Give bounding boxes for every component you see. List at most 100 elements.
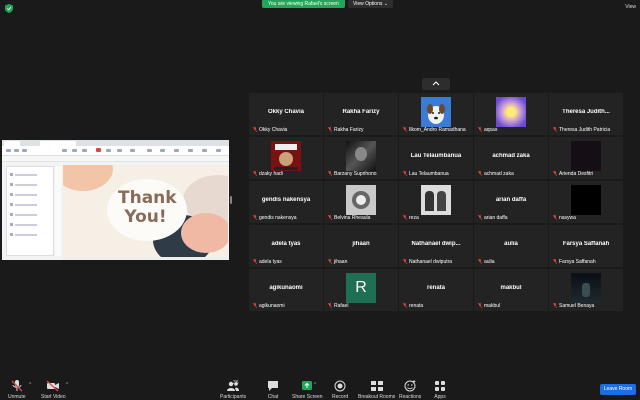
participant-tile[interactable]: Belvina Rheaula (324, 181, 398, 223)
participant-name-label: reza (403, 215, 471, 222)
chat-button[interactable]: Chat (266, 380, 280, 400)
muted-mic-icon (403, 259, 407, 265)
participant-display-name: Nathanael dwip... (411, 241, 461, 247)
participant-name-label: Okky Chavia (253, 127, 321, 134)
participant-name-label: Arienda Desfitri (553, 171, 621, 178)
participant-tile[interactable]: Ilkom_Andro Ramadhana (399, 93, 473, 135)
chevron-up-icon (432, 81, 440, 86)
chevron-up-icon[interactable]: ^ (66, 382, 68, 388)
record-icon (334, 380, 346, 392)
muted-mic-icon (478, 303, 482, 309)
participant-name: Rakha Farizy (334, 127, 364, 133)
participant-tile[interactable]: Nathanael dwip... Nathanael dwiputra (399, 225, 473, 267)
share-screen-button[interactable]: Share Screen ^ (292, 380, 323, 400)
participant-name: Okky Chavia (259, 127, 288, 133)
shield-icon[interactable] (5, 4, 13, 13)
participants-button[interactable]: 36 Participants (220, 380, 246, 400)
share-screen-icon (302, 381, 313, 390)
start-video-button[interactable]: Start Video ^ (41, 380, 68, 400)
participant-tile[interactable]: Arienda Desfitri (549, 137, 623, 179)
participant-name-label: aqsas (478, 127, 546, 134)
participant-tile[interactable]: Theresa Judith... Theresa Judith Patricia (549, 93, 623, 135)
participant-name: Barzany Suprihono (334, 171, 377, 177)
participant-name: reza (409, 215, 419, 221)
participant-name-label: achmad zaka (478, 171, 546, 178)
participant-tile[interactable]: R Rafael (324, 269, 398, 311)
view-options-label: View Options (353, 1, 383, 7)
participant-tile[interactable]: Rakha Farizy Rakha Farizy (324, 93, 398, 135)
shared-slide-panel (6, 166, 54, 256)
participant-name-label: Nathanael dwiputra (403, 259, 471, 266)
participant-tile[interactable]: Lau Telaumbanua Lau Telaumbanua (399, 137, 473, 179)
participants-count: 36 (233, 380, 239, 386)
participant-display-name: arian daffa (495, 197, 527, 203)
participant-display-name: renata (426, 285, 445, 291)
view-options-button[interactable]: View Options ⌄ (348, 0, 393, 8)
participant-tile[interactable]: renata renata (399, 269, 473, 311)
participant-tile[interactable]: arian daffa arian daffa (474, 181, 548, 223)
participant-display-name: Farsya Saffanah (562, 241, 610, 247)
resize-handle[interactable] (230, 196, 232, 204)
leave-room-button[interactable]: Leave Room (600, 384, 636, 395)
participant-name-label: dzaky hadi (253, 171, 321, 178)
muted-mic-icon (253, 303, 257, 309)
apps-button[interactable]: Apps (433, 380, 447, 400)
participant-tile[interactable]: achmad zaka achmad zaka (474, 137, 548, 179)
video-off-icon (46, 380, 60, 392)
shared-screen[interactable]: Thank You! (2, 140, 229, 260)
participant-tile[interactable]: Farsya Saffanah Farsya Saffanah (549, 225, 623, 267)
muted-mic-icon (478, 171, 482, 177)
participant-tile[interactable]: agikunaomi agikunaomi (249, 269, 323, 311)
muted-mic-icon (253, 215, 257, 221)
reactions-button[interactable]: Reactions (399, 380, 421, 400)
participant-name: adela tyas (259, 259, 282, 265)
participant-tile[interactable]: gendis nakensya gendis nakensya (249, 181, 323, 223)
participant-photo (271, 141, 301, 171)
breakout-rooms-button[interactable]: Breakout Rooms (358, 380, 395, 400)
participant-photo (571, 185, 601, 215)
muted-mic-icon (478, 127, 482, 133)
participant-tile[interactable]: dzaky hadi (249, 137, 323, 179)
participant-tile[interactable]: makbul makbul (474, 269, 548, 311)
muted-mic-icon (403, 171, 407, 177)
muted-mic-icon (553, 127, 557, 133)
muted-mic-icon (553, 259, 557, 265)
participant-name: agikunaomi (259, 303, 285, 309)
zoom-meeting-window: You are viewing Rafael's screen View Opt… (0, 0, 640, 400)
participant-display-name: adela tyas (271, 241, 301, 247)
participant-tile[interactable]: reza (399, 181, 473, 223)
participant-tile[interactable]: jihaan jihaan (324, 225, 398, 267)
chevron-up-icon[interactable]: ^ (29, 382, 31, 388)
participant-tile[interactable]: Okky Chavia Okky Chavia (249, 93, 323, 135)
participant-gallery: Okky Chavia Okky Chavia Rakha Farizy Rakha … (249, 93, 626, 312)
view-button[interactable]: View (625, 4, 636, 10)
participant-name-label: jihaan (328, 259, 396, 266)
participant-name: arian daffa (484, 215, 508, 221)
unmute-button[interactable]: Unmute ^ (8, 380, 31, 400)
participant-photo (496, 97, 526, 127)
participant-display-name: agikunaomi (269, 285, 303, 291)
chevron-up-icon[interactable]: ^ (314, 382, 316, 388)
gallery-scroll-up-button[interactable] (422, 78, 450, 90)
participant-tile[interactable]: adela tyas adela tyas (249, 225, 323, 267)
participant-tile[interactable]: aulia aulia (474, 225, 548, 267)
participant-name: Arienda Desfitri (559, 171, 594, 177)
muted-mic-icon (478, 215, 482, 221)
participant-name: Ilkom_Andro Ramadhana (409, 127, 466, 133)
participant-tile[interactable]: Barzany Suprihono (324, 137, 398, 179)
participant-tile[interactable]: Samuel Benaya (549, 269, 623, 311)
shared-ribbon (2, 146, 229, 156)
record-button[interactable]: Record (332, 380, 348, 400)
participant-name: Belvina Rheaula (334, 215, 371, 221)
slide-thank-you-text: Thank You! (118, 188, 177, 227)
participant-photo (571, 141, 601, 171)
muted-mic-icon (253, 171, 257, 177)
participant-tile[interactable]: aqsas (474, 93, 548, 135)
participant-display-name: Rakha Farizy (342, 109, 380, 115)
participant-name-label: aulia (478, 259, 546, 266)
breakout-rooms-label: Breakout Rooms (358, 394, 396, 400)
participant-tile[interactable]: nasywa (549, 181, 623, 223)
participant-name: aqsas (484, 127, 498, 133)
participant-name-label: gendis nakensya (253, 215, 321, 222)
chat-label: Chat (267, 394, 279, 400)
